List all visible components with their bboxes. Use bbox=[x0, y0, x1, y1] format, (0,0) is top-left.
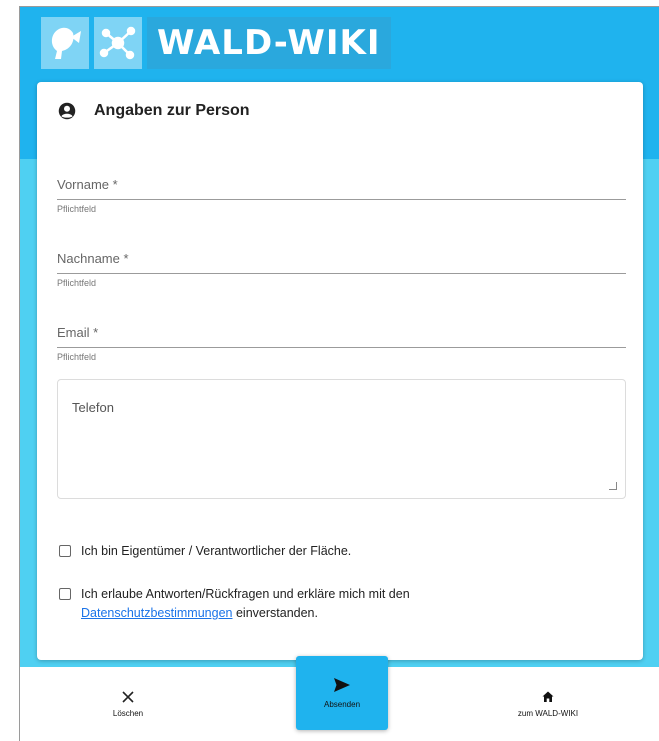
home-label: zum WALD-WIKI bbox=[517, 708, 579, 718]
brand-logo[interactable]: WALD-WIKI bbox=[41, 17, 391, 69]
vorname-label: Vorname * bbox=[57, 177, 118, 192]
consent-checkbox[interactable] bbox=[59, 588, 71, 600]
tree-logo-icon bbox=[41, 17, 89, 69]
send-icon bbox=[334, 677, 350, 692]
vorname-field[interactable]: Vorname * Pflichtfeld bbox=[57, 177, 626, 214]
nachname-label: Nachname * bbox=[57, 251, 129, 266]
send-button[interactable]: Absenden bbox=[296, 656, 388, 730]
nachname-hint: Pflichtfeld bbox=[57, 278, 97, 288]
consent-text-after: einverstanden. bbox=[235, 606, 318, 620]
section-title: Angaben zur Person bbox=[94, 102, 250, 119]
vorname-underline bbox=[57, 199, 626, 200]
brand-name: WALD-WIKI bbox=[147, 17, 391, 69]
owner-checkbox-label: Ich bin Eigentümer / Verantwortlicher de… bbox=[81, 544, 352, 558]
privacy-policy-link[interactable]: Datenschutzbestimmungen bbox=[81, 606, 232, 620]
home-button[interactable]: zum WALD-WIKI bbox=[498, 667, 598, 741]
network-logo-icon bbox=[94, 17, 142, 69]
telefon-textarea[interactable]: Telefon bbox=[57, 379, 626, 499]
consent-checkbox-row[interactable]: Ich erlaube Antworten/Rückfragen und erk… bbox=[59, 585, 410, 623]
app-frame: WALD-WIKI Angaben zur Person Vorname * P… bbox=[19, 6, 659, 741]
consent-text-before: Ich erlaube Antworten/Rückfragen und erk… bbox=[81, 587, 410, 601]
account-circle-icon bbox=[58, 102, 76, 120]
owner-checkbox-row[interactable]: Ich bin Eigentümer / Verantwortlicher de… bbox=[59, 542, 351, 561]
email-underline bbox=[57, 347, 626, 348]
delete-label: Löschen bbox=[112, 708, 144, 718]
email-hint: Pflichtfeld bbox=[57, 352, 97, 362]
resize-handle-icon[interactable] bbox=[609, 482, 617, 490]
vorname-hint: Pflichtfeld bbox=[57, 204, 97, 214]
consent-text: Ich erlaube Antworten/Rückfragen und erk… bbox=[81, 585, 410, 623]
delete-button[interactable]: Löschen bbox=[98, 667, 158, 741]
close-icon bbox=[122, 690, 134, 703]
person-form-card: Angaben zur Person Vorname * Pflichtfeld… bbox=[37, 82, 643, 660]
section-header: Angaben zur Person bbox=[58, 102, 250, 120]
nachname-field[interactable]: Nachname * Pflichtfeld bbox=[57, 251, 626, 288]
email-label: Email * bbox=[57, 325, 99, 340]
email-field[interactable]: Email * Pflichtfeld bbox=[57, 325, 626, 362]
telefon-label: Telefon bbox=[72, 400, 114, 415]
send-label: Absenden bbox=[323, 699, 361, 709]
nachname-underline bbox=[57, 273, 626, 274]
owner-checkbox[interactable] bbox=[59, 545, 71, 557]
home-icon bbox=[542, 691, 554, 702]
